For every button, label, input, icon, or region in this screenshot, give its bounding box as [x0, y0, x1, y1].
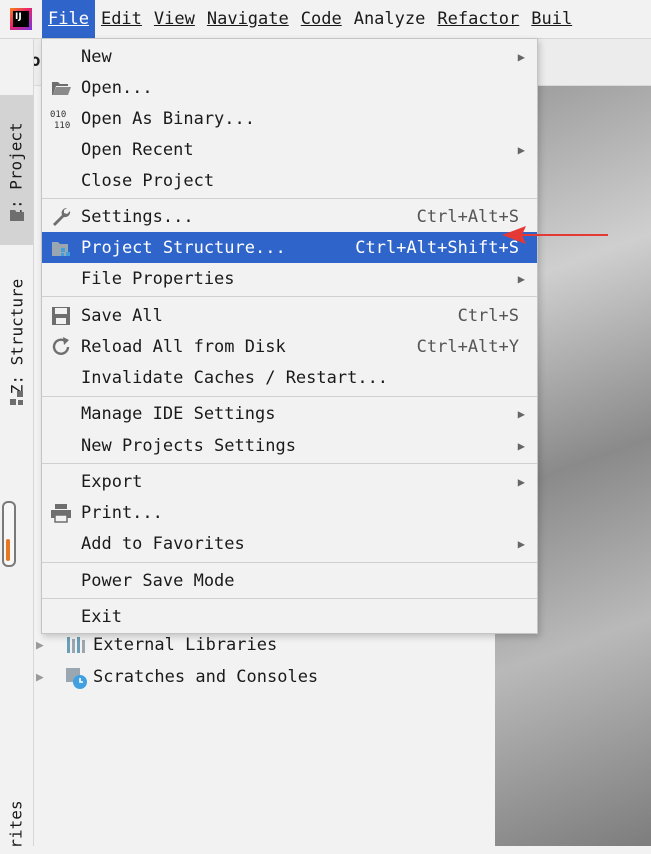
menu-view-label: View — [153, 9, 195, 29]
menu-item-label: Print... — [81, 502, 163, 523]
menu-item-save-all[interactable]: Save All Ctrl+S — [42, 300, 537, 331]
menu-item-shortcut: Ctrl+Alt+Shift+S — [355, 237, 519, 258]
menu-file[interactable]: File — [42, 0, 95, 38]
menu-navigate[interactable]: Navigate — [201, 0, 295, 38]
menu-separator — [42, 598, 537, 599]
left-tool-strip: 1: Project Z: Structure rites — [0, 39, 34, 848]
save-icon — [50, 305, 72, 327]
submenu-arrow-icon: ▶ — [517, 438, 525, 453]
menu-refactor[interactable]: Refactor — [431, 0, 525, 38]
menu-item-label: Exit — [81, 606, 122, 627]
menu-item-power-save-mode[interactable]: Power Save Mode — [42, 565, 537, 596]
menu-analyze[interactable]: Analyze — [348, 0, 432, 38]
menu-separator — [42, 396, 537, 397]
reload-icon — [50, 336, 72, 358]
menu-item-label: Manage IDE Settings — [81, 403, 276, 424]
menu-item-open-as-binary[interactable]: 010 110 Open As Binary... — [42, 103, 537, 134]
menu-item-settings[interactable]: Settings... Ctrl+Alt+S — [42, 201, 537, 232]
expand-arrow-icon[interactable]: ▶ — [36, 670, 64, 685]
project-tool-tab[interactable]: 1: Project — [0, 95, 33, 245]
menu-separator — [42, 198, 537, 199]
libraries-icon — [64, 633, 88, 657]
menu-item-label: Reload All from Disk — [81, 336, 286, 357]
tree-item-scratches[interactable]: ▶ Scratches and Consoles — [36, 662, 318, 692]
menu-build-label: Buil — [531, 9, 573, 29]
folder-icon — [9, 207, 25, 227]
menu-item-label: Project Structure... — [81, 237, 286, 258]
menu-item-close-project[interactable]: Close Project — [42, 165, 537, 196]
intellij-logo-icon: IJ — [10, 8, 32, 30]
submenu-arrow-icon: ▶ — [517, 271, 525, 286]
annotation-arrow-icon — [502, 226, 608, 244]
menu-item-label: New — [81, 46, 112, 67]
binary-icon: 010 110 — [50, 108, 72, 131]
menu-item-label: Settings... — [81, 206, 194, 227]
favorites-tool-tab[interactable]: rites — [0, 794, 33, 854]
menu-view[interactable]: View — [148, 0, 201, 38]
menu-item-open-recent[interactable]: Open Recent ▶ — [42, 134, 537, 165]
project-tab-label: 1: Project — [7, 121, 27, 219]
submenu-arrow-icon: ▶ — [517, 49, 525, 64]
menu-item-add-to-favorites[interactable]: Add to Favorites ▶ — [42, 528, 537, 559]
svg-text:110: 110 — [54, 121, 70, 131]
menu-analyze-label: Analyze — [353, 9, 426, 29]
menu-edit[interactable]: Edit — [95, 0, 148, 38]
menu-item-label: File Properties — [81, 268, 235, 289]
menu-item-file-properties[interactable]: File Properties ▶ — [42, 263, 537, 294]
folder-open-icon — [50, 77, 72, 99]
scratches-icon — [64, 665, 88, 689]
expand-arrow-icon[interactable]: ▶ — [36, 638, 64, 653]
scroll-indicator[interactable] — [2, 501, 16, 567]
main-menu-bar: IJ File Edit View Navigate Code Analyze … — [0, 0, 651, 39]
menu-item-label: Invalidate Caches / Restart... — [81, 367, 389, 388]
menu-item-exit[interactable]: Exit — [42, 601, 537, 632]
tree-item-label: Scratches and Consoles — [93, 667, 319, 687]
menu-item-new-projects-settings[interactable]: New Projects Settings ▶ — [42, 430, 537, 461]
submenu-arrow-icon: ▶ — [517, 142, 525, 157]
tree-item-external-libraries[interactable]: ▶ External Libraries — [36, 630, 277, 660]
menu-item-label: Export — [81, 471, 143, 492]
menu-item-shortcut: Ctrl+S — [457, 305, 519, 326]
menu-item-print[interactable]: Print... — [42, 497, 537, 528]
menu-item-label: Close Project — [81, 170, 215, 191]
menu-item-label: Open As Binary... — [81, 108, 255, 129]
favorites-tab-label: rites — [7, 799, 27, 849]
menu-edit-label: Edit — [100, 9, 142, 29]
svg-text:010: 010 — [50, 110, 66, 120]
menu-item-label: New Projects Settings — [81, 435, 296, 456]
menu-separator — [42, 296, 537, 297]
submenu-arrow-icon: ▶ — [517, 474, 525, 489]
submenu-arrow-icon: ▶ — [517, 536, 525, 551]
menu-item-label: Power Save Mode — [81, 570, 235, 591]
structure-icon — [9, 390, 25, 411]
project-structure-icon — [50, 237, 72, 259]
menu-build[interactable]: Buil — [525, 0, 578, 38]
menu-item-label: Open... — [81, 77, 153, 98]
menu-separator — [42, 562, 537, 563]
menu-item-invalidate-caches[interactable]: Invalidate Caches / Restart... — [42, 362, 537, 393]
menu-item-new[interactable]: New ▶ — [42, 41, 537, 72]
menu-item-label: Save All — [81, 305, 163, 326]
menu-code[interactable]: Code — [295, 0, 348, 38]
menu-code-label: Code — [300, 9, 342, 29]
menu-item-shortcut: Ctrl+Alt+Y — [416, 336, 519, 357]
structure-tool-tab[interactable]: Z: Structure — [0, 261, 33, 411]
printer-icon — [50, 502, 72, 524]
tree-item-label: External Libraries — [93, 635, 278, 655]
menu-navigate-label: Navigate — [206, 9, 289, 29]
menu-item-manage-ide-settings[interactable]: Manage IDE Settings ▶ — [42, 398, 537, 429]
submenu-arrow-icon: ▶ — [517, 406, 525, 421]
menu-file-label: File — [48, 9, 89, 29]
menu-separator — [42, 463, 537, 464]
menu-refactor-label: Refactor — [437, 9, 520, 29]
wrench-icon — [50, 206, 72, 228]
menu-item-open[interactable]: Open... — [42, 72, 537, 103]
menu-item-label: Open Recent — [81, 139, 194, 160]
menu-item-reload-all[interactable]: Reload All from Disk Ctrl+Alt+Y — [42, 331, 537, 362]
menu-item-label: Add to Favorites — [81, 533, 245, 554]
structure-tab-label: Z: Structure — [7, 278, 26, 394]
menu-item-project-structure[interactable]: Project Structure... Ctrl+Alt+Shift+S — [42, 232, 537, 263]
menu-item-export[interactable]: Export ▶ — [42, 466, 537, 497]
file-menu-dropdown: New ▶ Open... 010 110 Open As Binary... … — [41, 38, 538, 634]
